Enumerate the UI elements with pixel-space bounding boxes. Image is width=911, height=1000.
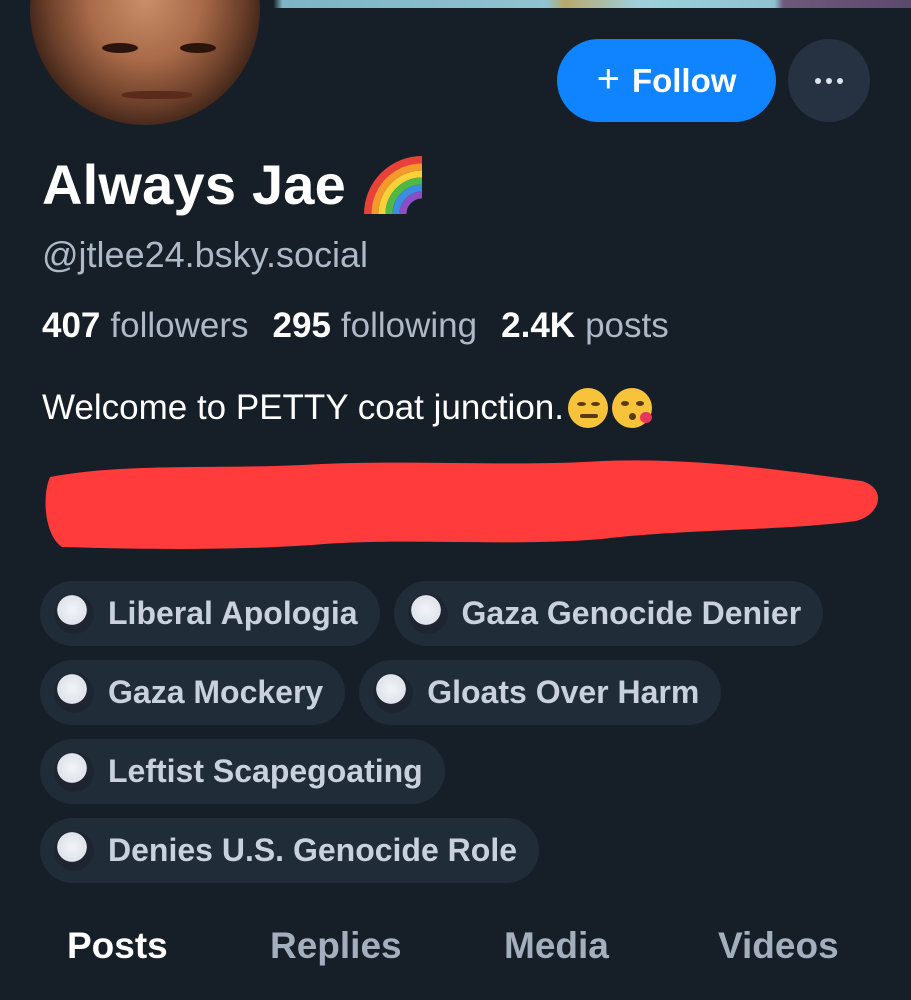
tab-media[interactable]: Media [504, 925, 609, 967]
label-text: Gaza Mockery [108, 674, 324, 710]
face-blowing-kiss-emoji-icon [612, 388, 652, 428]
display-name-text: Always Jae [42, 152, 346, 216]
avatar[interactable] [30, 0, 260, 125]
labeler-avatar-icon [373, 672, 414, 713]
smirking-face-emoji-icon [568, 388, 608, 428]
labeler-avatar-icon [407, 593, 448, 634]
label-text: Gloats Over Harm [427, 674, 700, 710]
avatar-detail [102, 43, 138, 53]
following-count: 295 [272, 306, 331, 345]
follow-button[interactable]: + Follow [557, 39, 776, 122]
profile-page: + Follow Always Jae @jtlee24.bsky.social… [0, 0, 911, 1000]
avatar-detail [180, 43, 216, 53]
tab-replies[interactable]: Replies [270, 925, 402, 967]
followers-count: 407 [42, 306, 101, 345]
moderation-label-chip[interactable]: Denies U.S. Genocide Role [40, 818, 539, 883]
label-text: Denies U.S. Genocide Role [108, 832, 517, 868]
more-options-icon [826, 77, 832, 84]
posts-count: 2.4K [501, 306, 576, 345]
redaction-mark [45, 460, 879, 549]
following-stat[interactable]: 295 following [273, 306, 478, 346]
followers-stat[interactable]: 407 followers [42, 306, 249, 346]
more-options-icon [837, 77, 843, 84]
tab-videos[interactable]: Videos [718, 925, 839, 967]
labeler-avatar-icon [54, 751, 94, 792]
label-text: Leftist Scapegoating [108, 753, 423, 789]
labeler-avatar-icon [54, 830, 94, 871]
following-label: following [340, 306, 478, 345]
labeler-avatar-icon [54, 672, 94, 713]
posts-stat: 2.4K posts [501, 306, 669, 346]
rainbow-emoji-icon [363, 156, 423, 215]
profile-tabs: Posts Replies Media Videos [0, 925, 911, 985]
label-text: Gaza Genocide Denier [461, 595, 802, 631]
display-name: Always Jae [42, 148, 428, 220]
moderation-label-chip[interactable]: Gaza Mockery [40, 660, 346, 725]
profile-handle: @jtlee24.bsky.social [42, 234, 369, 275]
moderation-label-chip[interactable]: Gaza Genocide Denier [393, 581, 824, 646]
profile-stats: 407 followers 295 following 2.4K posts [42, 306, 669, 346]
follow-button-label: Follow [631, 61, 737, 99]
tab-posts[interactable]: Posts [67, 925, 168, 967]
more-options-icon [815, 77, 821, 84]
moderation-label-chip[interactable]: Liberal Apologia [40, 581, 380, 646]
moderation-label-chip[interactable]: Leftist Scapegoating [40, 739, 445, 804]
more-options-button[interactable] [788, 39, 870, 122]
bio-text: Welcome to PETTY coat junction. [42, 388, 564, 427]
posts-label: posts [585, 306, 669, 345]
avatar-detail [122, 91, 192, 99]
moderation-label-chip[interactable]: Gloats Over Harm [359, 660, 722, 725]
followers-label: followers [110, 306, 249, 345]
profile-bio: Welcome to PETTY coat junction. [42, 388, 652, 428]
label-text: Liberal Apologia [108, 595, 358, 631]
plus-icon: + [596, 56, 620, 101]
labeler-avatar-icon [54, 593, 94, 634]
moderation-labels: Liberal Apologia Gaza Genocide Denier Ga… [40, 581, 890, 897]
